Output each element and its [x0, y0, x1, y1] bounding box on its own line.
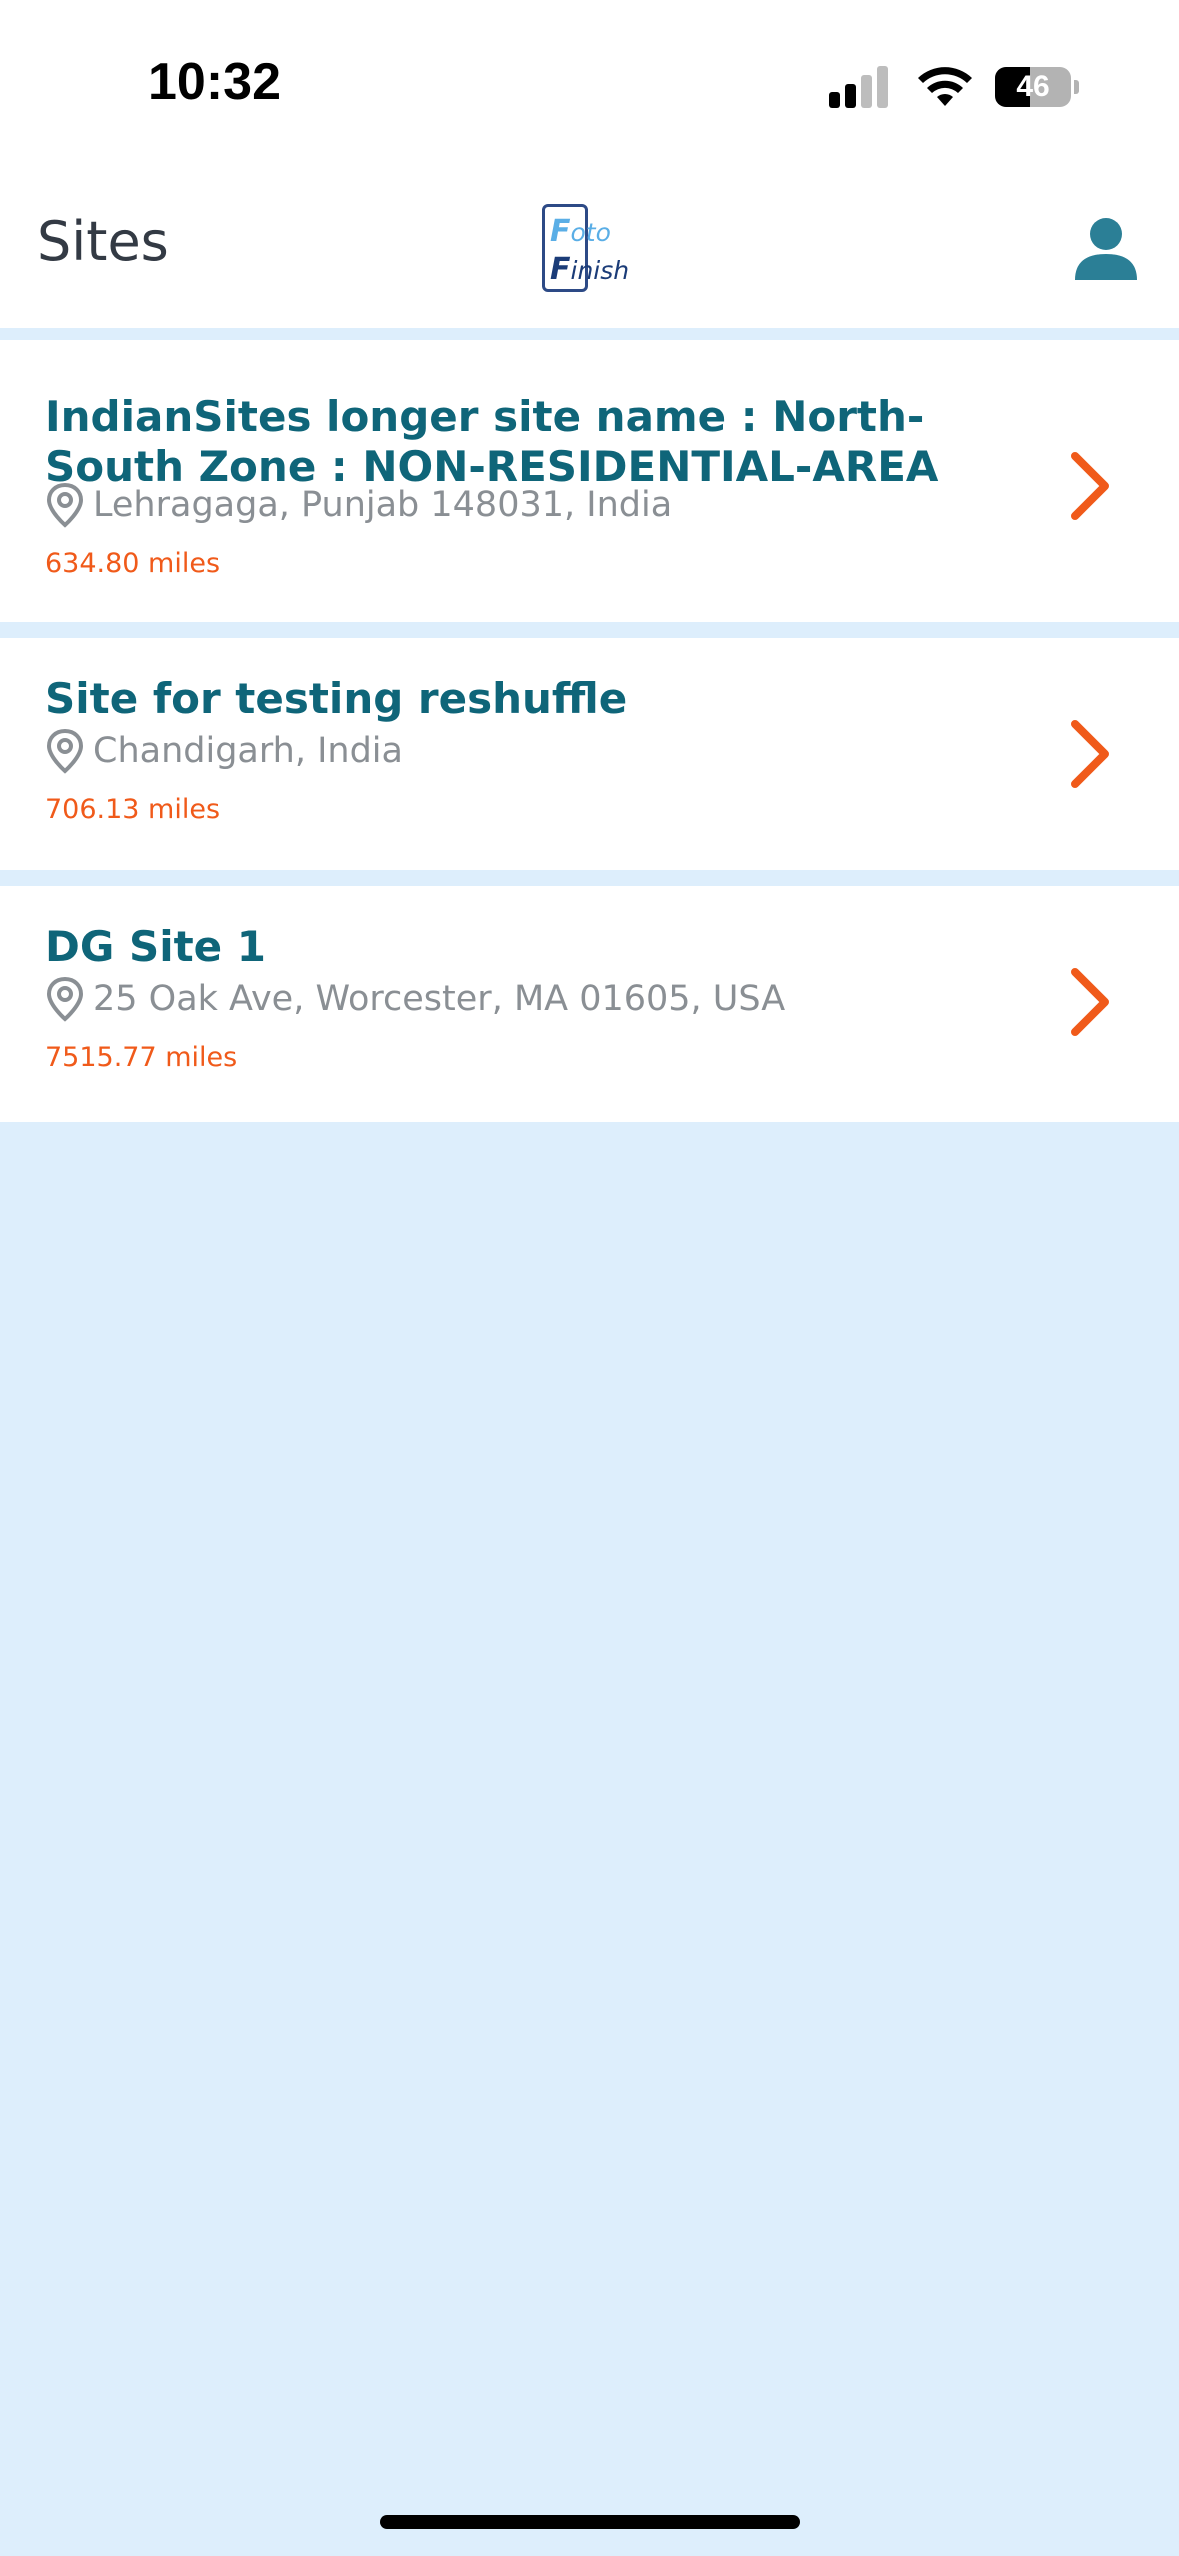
- site-distance: 706.13 miles: [45, 794, 221, 825]
- status-icons: 46: [829, 62, 1079, 112]
- site-address: Lehragaga, Punjab 148031, India: [45, 482, 672, 528]
- page-title: Sites: [37, 210, 169, 273]
- chevron-right-icon[interactable]: [1069, 450, 1113, 522]
- site-address-text: Chandigarh, India: [93, 731, 403, 771]
- location-pin-icon: [46, 482, 84, 528]
- chevron-right-icon[interactable]: [1069, 718, 1113, 790]
- site-list-item[interactable]: DG Site 1 25 Oak Ave, Worcester, MA 0160…: [0, 886, 1179, 1122]
- site-address: 25 Oak Ave, Worcester, MA 01605, USA: [45, 976, 785, 1022]
- site-list-item[interactable]: IndianSites longer site name : North-Sou…: [0, 340, 1179, 622]
- location-pin-icon: [46, 728, 84, 774]
- status-time: 10:32: [148, 53, 281, 111]
- foto-finish-logo: Foto Finish: [538, 204, 632, 298]
- site-address: Chandigarh, India: [45, 728, 403, 774]
- wifi-icon: [918, 67, 972, 106]
- site-list-item[interactable]: Site for testing reshuffle Chandigarh, I…: [0, 638, 1179, 870]
- logo-line-2: Finish: [550, 252, 630, 287]
- site-name: IndianSites longer site name : North-Sou…: [45, 392, 939, 491]
- location-pin-icon: [46, 976, 84, 1022]
- site-address-text: 25 Oak Ave, Worcester, MA 01605, USA: [93, 979, 786, 1019]
- site-name: Site for testing reshuffle: [45, 674, 628, 723]
- site-distance: 634.80 miles: [45, 548, 221, 579]
- battery-icon: 46: [995, 67, 1079, 107]
- site-address-text: Lehragaga, Punjab 148031, India: [93, 485, 673, 525]
- site-name: DG Site 1: [45, 922, 267, 971]
- home-indicator[interactable]: [380, 2515, 800, 2529]
- status-bar: 10:32 46: [0, 0, 1179, 160]
- site-distance: 7515.77 miles: [45, 1042, 238, 1073]
- app-header: Sites Foto Finish: [0, 160, 1179, 328]
- logo-line-1: Foto: [550, 214, 611, 249]
- chevron-right-icon[interactable]: [1069, 966, 1113, 1038]
- cellular-signal-icon: [829, 66, 888, 108]
- user-icon[interactable]: [1071, 214, 1141, 284]
- battery-level: 46: [1016, 70, 1050, 103]
